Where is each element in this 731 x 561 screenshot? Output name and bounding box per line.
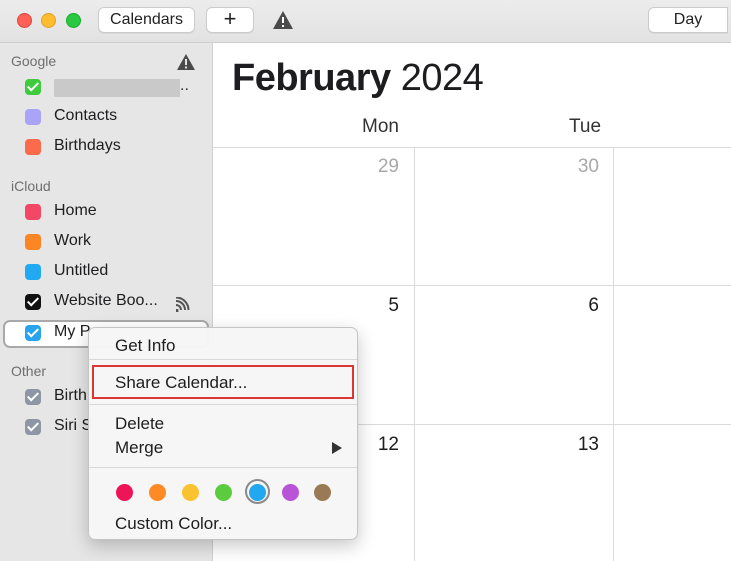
color-swatch-yellow[interactable]: [182, 484, 199, 501]
menu-separator: [89, 467, 357, 468]
calendar-context-menu: Get Info Share Calendar... Delete Merge …: [88, 327, 358, 540]
calendars-button[interactable]: Calendars: [98, 7, 195, 33]
calendar-label: My P: [54, 323, 91, 340]
calendar-checkbox[interactable]: [25, 139, 41, 155]
submenu-arrow-icon: [332, 442, 342, 454]
year: 2024: [400, 57, 484, 99]
calendar-item-birthdays[interactable]: Birthdays: [0, 134, 212, 162]
calendar-item-work[interactable]: Work: [0, 229, 212, 257]
weekday-header-mon: Mon: [362, 116, 399, 137]
calendar-checkbox[interactable]: [25, 419, 41, 435]
menu-separator: [89, 359, 357, 360]
close-window-button[interactable]: [17, 13, 32, 28]
redacted-calendar-name: [54, 79, 180, 97]
day-cell-number[interactable]: 6: [559, 295, 599, 317]
month-name: February: [232, 57, 391, 99]
day-cell-number[interactable]: 5: [359, 295, 399, 317]
calendar-checkbox[interactable]: [25, 204, 41, 220]
calendar-label: Home: [54, 202, 97, 219]
menu-item-merge[interactable]: Merge: [115, 438, 163, 458]
weekday-header-tue: Tue: [569, 116, 602, 137]
calendar-checkbox[interactable]: [25, 294, 41, 310]
calendar-label: Website Boo...: [54, 292, 158, 309]
calendar-label: Work: [54, 232, 92, 249]
add-event-button[interactable]: +: [206, 7, 254, 33]
menu-item-get-info[interactable]: Get Info: [115, 336, 175, 356]
calendar-item-untitled[interactable]: Untitled: [0, 259, 212, 287]
calendar-label: Birthdays: [54, 137, 121, 154]
zoom-window-button[interactable]: [66, 13, 81, 28]
divider: [613, 147, 614, 561]
calendar-checkbox[interactable]: [25, 389, 41, 405]
day-cell-number[interactable]: 29: [359, 156, 399, 178]
calendar-label: Siri S: [54, 417, 93, 434]
menu-item-share-calendar[interactable]: Share Calendar...: [115, 373, 247, 393]
month-title: February 2024: [232, 57, 484, 100]
color-swatch-brown[interactable]: [314, 484, 331, 501]
section-label-other: Other: [11, 363, 47, 379]
section-label-icloud: iCloud: [11, 178, 51, 194]
day-view-button[interactable]: Day: [648, 7, 728, 33]
color-swatch-purple[interactable]: [282, 484, 299, 501]
calendar-checkbox[interactable]: [25, 234, 41, 250]
calendar-label: Contacts: [54, 107, 118, 124]
section-label-google: Google: [11, 53, 57, 69]
subscribed-calendar-icon: [175, 297, 190, 312]
calendar-checkbox[interactable]: [25, 109, 41, 125]
calendar-label: Birth: [54, 387, 87, 404]
calendar-checkbox[interactable]: [25, 264, 41, 280]
calendar-item-contacts[interactable]: Contacts: [0, 104, 212, 132]
minimize-window-button[interactable]: [41, 13, 56, 28]
menu-separator: [89, 404, 357, 405]
calendar-checkbox[interactable]: [25, 79, 41, 95]
account-warning-icon[interactable]: [176, 53, 196, 71]
divider: [414, 147, 415, 561]
day-cell-number[interactable]: 13: [559, 434, 599, 456]
calendar-item-website-bookings[interactable]: Website Boo...: [0, 289, 212, 317]
calendar-item-google-account[interactable]: ..: [0, 74, 212, 102]
day-cell-number[interactable]: 12: [359, 434, 399, 456]
day-cell-number[interactable]: 30: [559, 156, 599, 178]
menu-item-delete[interactable]: Delete: [115, 414, 164, 434]
color-swatch-red[interactable]: [116, 484, 133, 501]
calendar-label: ..: [180, 77, 189, 94]
toolbar: Calendars + Day: [0, 0, 731, 43]
calendar-item-home[interactable]: Home: [0, 199, 212, 227]
color-swatch-orange[interactable]: [149, 484, 166, 501]
calendar-checkbox[interactable]: [25, 325, 41, 341]
color-swatch-green[interactable]: [215, 484, 232, 501]
warning-icon[interactable]: [272, 10, 294, 30]
menu-item-custom-color[interactable]: Custom Color...: [115, 514, 232, 534]
color-swatch-blue[interactable]: [249, 484, 266, 501]
divider: [213, 147, 731, 148]
calendar-label: Untitled: [54, 262, 109, 279]
divider: [213, 285, 731, 286]
